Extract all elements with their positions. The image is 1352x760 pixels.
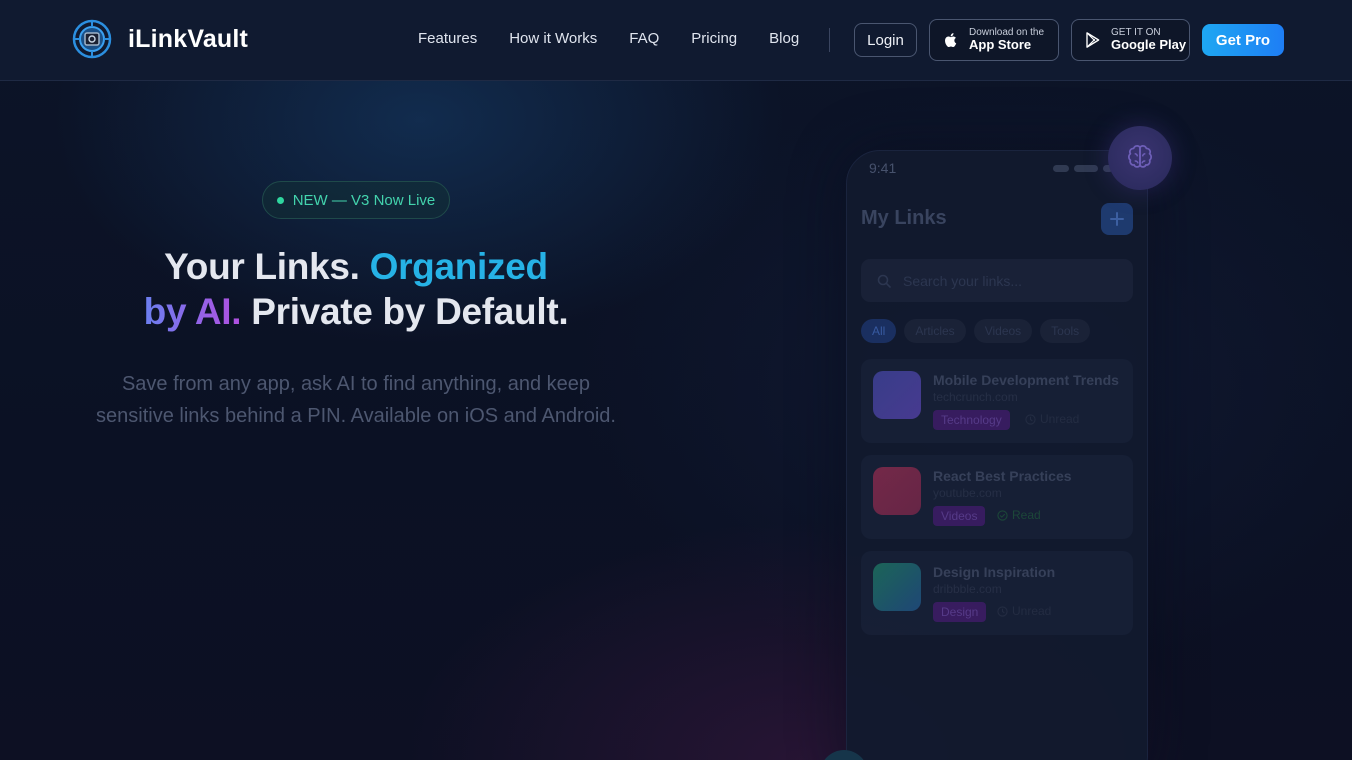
wifi-icon [1074, 165, 1098, 172]
link-card[interactable]: React Best Practices youtube.com Videos … [861, 455, 1133, 539]
clock-icon [997, 605, 1008, 617]
search-placeholder: Search your links... [903, 272, 1023, 289]
check-circle-icon [997, 509, 1008, 521]
nav-links: Features How it Works FAQ Pricing Blog [418, 30, 799, 47]
signal-icon [1053, 165, 1069, 172]
headline-part-1: Your Links. [164, 246, 370, 287]
chip-tools[interactable]: Tools [1040, 319, 1091, 343]
vault-logo-icon [72, 19, 112, 59]
link-domain: techcrunch.com [933, 390, 1018, 404]
plus-icon [1110, 212, 1124, 226]
link-tag: Technology [933, 410, 1010, 430]
status-dot-icon [276, 196, 284, 204]
link-thumbnail [873, 563, 921, 611]
link-tag: Design [933, 602, 987, 622]
link-status: Unread [1025, 412, 1079, 426]
add-link-button[interactable] [1101, 203, 1133, 235]
apple-icon [945, 33, 957, 47]
google-play-icon [1086, 32, 1100, 48]
filter-chips: All Articles Videos Tools [861, 319, 1091, 343]
ai-brain-bubble [1108, 126, 1172, 190]
app-store-button[interactable]: Download on the App Store [929, 19, 1059, 61]
phone-status-indicators [1053, 165, 1113, 172]
page: iLinkVault Features How it Works FAQ Pri… [0, 0, 1352, 760]
link-status-text: Unread [1040, 412, 1080, 426]
get-pro-button[interactable]: Get Pro [1202, 24, 1284, 56]
phone-status-time: 9:41 [869, 160, 897, 176]
nav-link-blog[interactable]: Blog [769, 30, 799, 47]
hero-subtitle: Save from any app, ask AI to find anythi… [56, 368, 656, 432]
app-store-label: App Store [969, 37, 1032, 53]
phone-search-input[interactable]: Search your links... [861, 259, 1133, 302]
headline-part-2: Organized [369, 246, 549, 287]
link-domain: youtube.com [933, 486, 1002, 500]
nav-link-pricing[interactable]: Pricing [691, 30, 737, 47]
google-play-label: Google Play [1111, 37, 1187, 53]
release-badge: NEW — V3 Now Live [262, 181, 450, 219]
hero-subtitle-line-2: sensitive links behind a PIN. Available … [96, 405, 616, 427]
nav-link-how-it-works[interactable]: How it Works [509, 30, 597, 47]
link-title: Mobile Development Trends [933, 372, 1119, 388]
link-thumbnail [873, 467, 921, 515]
link-title: Design Inspiration [933, 564, 1056, 580]
brand-name: iLinkVault [128, 24, 249, 53]
nav-link-features[interactable]: Features [418, 30, 477, 47]
link-status-text: Unread [1012, 604, 1052, 618]
brand[interactable]: iLinkVault [72, 19, 248, 59]
link-status: Read [997, 508, 1041, 522]
hero-subtitle-line-1: Save from any app, ask AI to find anythi… [121, 373, 591, 395]
phone-screen-title: My Links [861, 207, 947, 229]
login-button[interactable]: Login [854, 23, 917, 57]
link-status: Unread [997, 604, 1051, 618]
link-card[interactable]: Mobile Development Trends techcrunch.com… [861, 359, 1133, 443]
clock-icon [1025, 413, 1036, 425]
release-badge-text: NEW — V3 Now Live [292, 191, 436, 209]
search-icon [877, 274, 891, 288]
link-card[interactable]: Design Inspiration dribbble.com Design U… [861, 551, 1133, 635]
link-thumbnail [873, 371, 921, 419]
nav-divider [829, 28, 830, 52]
headline-part-3: by AI. [143, 291, 242, 332]
google-play-button[interactable]: GET IT ON Google Play [1071, 19, 1190, 61]
chip-videos[interactable]: Videos [973, 319, 1033, 343]
link-title: React Best Practices [933, 468, 1072, 484]
chip-all[interactable]: All [861, 319, 897, 343]
link-status-text: Read [1012, 508, 1041, 522]
chip-articles[interactable]: Articles [904, 319, 966, 343]
nav-link-faq[interactable]: FAQ [629, 30, 659, 47]
top-navbar: iLinkVault Features How it Works FAQ Pri… [0, 0, 1352, 81]
headline-part-4: Private by Default. [241, 291, 569, 332]
hero-headline: Your Links. Organized by AI. Private by … [60, 244, 652, 334]
phone-mockup: 9:41 My Links Search your links... All A… [846, 150, 1148, 760]
link-domain: dribbble.com [933, 582, 1002, 596]
brain-icon [1127, 145, 1153, 168]
link-tag: Videos [933, 506, 986, 526]
